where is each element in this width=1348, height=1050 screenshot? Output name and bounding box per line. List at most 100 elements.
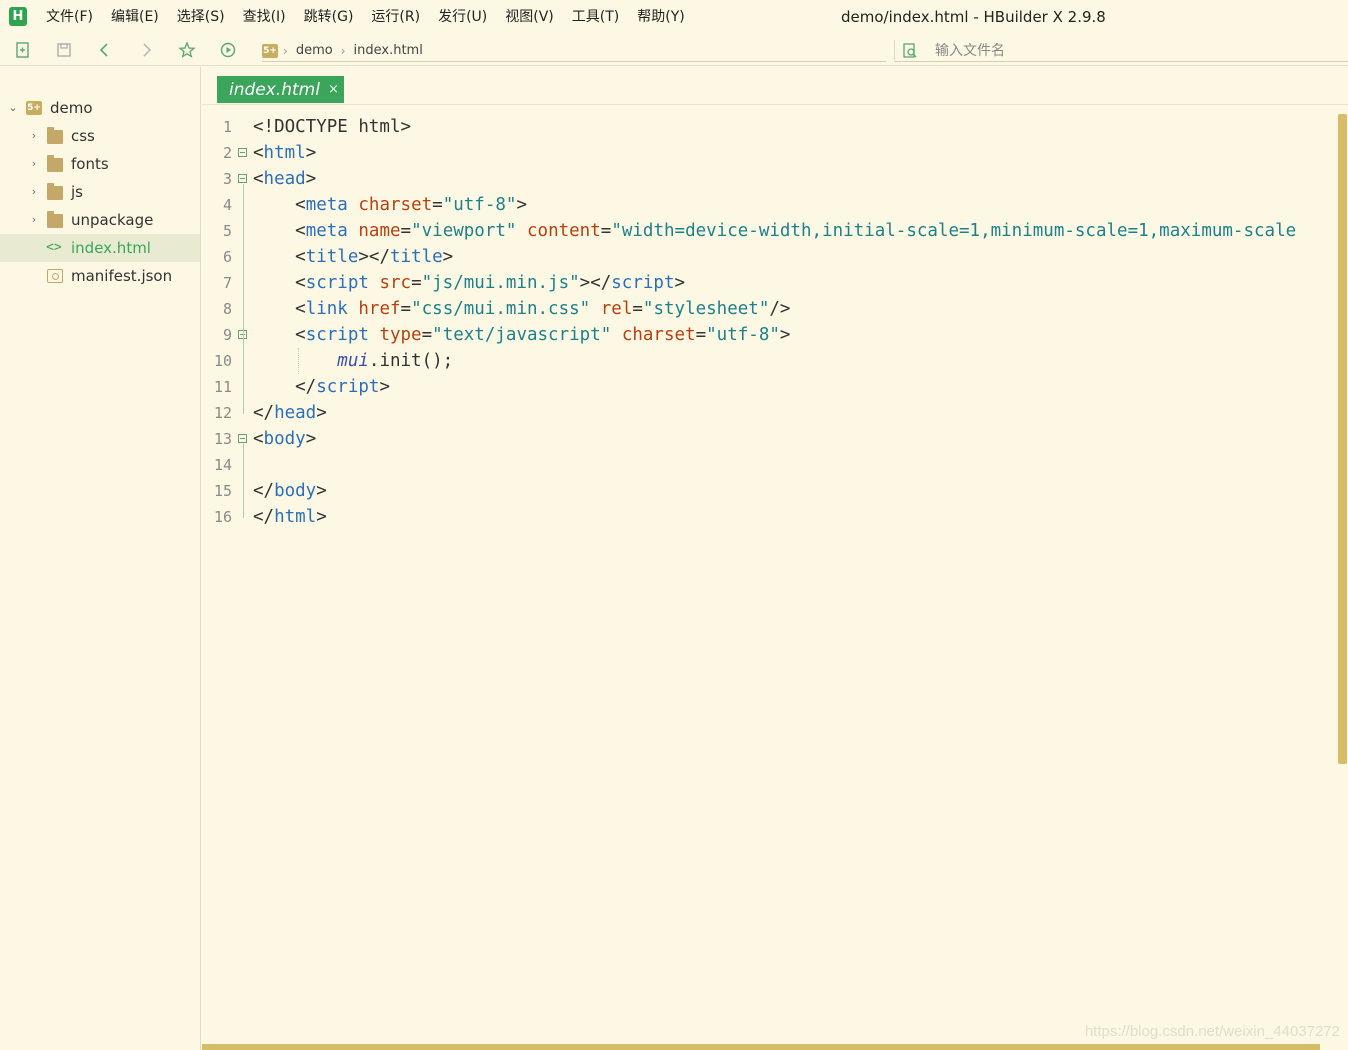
code-line[interactable]: 14	[202, 452, 1336, 478]
close-icon[interactable]: ×	[328, 82, 339, 97]
chevron-right-icon[interactable]: ›	[29, 130, 39, 141]
code-area[interactable]: 1 <!DOCTYPE html> 2 <html> 3 <head> 4 <meta ch…	[202, 114, 1336, 1014]
menu-publish[interactable]: 发行(U)	[438, 7, 487, 27]
code-line[interactable]: 11 </script>	[202, 374, 1336, 400]
code-text: <script type="text/javascript" charset="…	[253, 322, 790, 348]
code-token: =	[400, 299, 412, 319]
code-token: />	[769, 299, 791, 319]
code-token: </	[253, 507, 275, 527]
code-token: <	[253, 325, 306, 345]
tree-label-project: demo	[50, 99, 93, 117]
line-number: 16	[213, 508, 232, 526]
line-number: 9	[222, 326, 232, 344]
code-line[interactable]: 9 <script type="text/javascript" charset…	[202, 322, 1336, 348]
code-line[interactable]: 3 <head>	[202, 166, 1336, 192]
chevron-down-icon[interactable]: ⌄	[8, 102, 18, 113]
line-number: 12	[213, 404, 232, 422]
code-line[interactable]: 16 </html>	[202, 504, 1336, 530]
code-token: "width=device-width,initial-scale=1,mini…	[611, 221, 1297, 241]
code-line[interactable]: 2 <html>	[202, 140, 1336, 166]
code-token: title	[305, 247, 359, 267]
code-token: <	[253, 273, 306, 293]
folder-icon	[47, 127, 63, 144]
code-line[interactable]: 4 <meta charset="utf-8">	[202, 192, 1336, 218]
code-token: mui	[337, 351, 369, 371]
code-token: content	[527, 221, 601, 241]
code-line[interactable]: 13 <body>	[202, 426, 1336, 452]
tree-project-demo[interactable]: ⌄ 5+ demo	[0, 94, 200, 122]
chevron-right-icon[interactable]: ›	[29, 158, 39, 169]
horizontal-scrollbar[interactable]	[202, 1044, 1320, 1050]
code-token: "text/javascript"	[432, 325, 612, 345]
menu-select[interactable]: 选择(S)	[177, 7, 225, 27]
code-token: >	[379, 377, 390, 397]
line-number: 10	[213, 352, 232, 370]
code-token: >	[779, 325, 791, 345]
tree-item-index-html[interactable]: <> index.html	[0, 234, 200, 262]
code-token: <	[253, 143, 264, 163]
code-editor: index.html × 1 <!DOCTYPE html> 2 <html> 3 <he…	[202, 67, 1348, 1050]
fold-toggle-icon[interactable]	[238, 174, 247, 183]
tree-label: css	[71, 127, 95, 145]
code-line[interactable]: 7 <script src="js/mui.min.js"></script>	[202, 270, 1336, 296]
code-token: "stylesheet"	[642, 299, 770, 319]
tree-label: unpackage	[71, 211, 154, 229]
file-search-input[interactable]	[935, 41, 1335, 61]
menu-view[interactable]: 视图(V)	[505, 7, 554, 27]
json-file-icon	[47, 269, 63, 283]
code-token: =	[695, 325, 707, 345]
tree-item-fonts[interactable]: › fonts	[0, 150, 200, 178]
code-text: <link href="css/mui.min.css" rel="styles…	[253, 296, 790, 322]
code-line[interactable]: 1 <!DOCTYPE html>	[202, 114, 1336, 140]
code-token: </	[253, 377, 317, 397]
toolbar: 5+ › demo › index.html	[0, 34, 1348, 66]
code-token: >	[516, 195, 528, 215]
tree-item-js[interactable]: › js	[0, 178, 200, 206]
chevron-right-icon[interactable]: ›	[29, 186, 39, 197]
code-token: script	[611, 273, 675, 293]
folder-icon	[47, 155, 63, 172]
code-line[interactable]: 5 <meta name="viewport" content="width=d…	[202, 218, 1336, 244]
code-text: <html>	[253, 140, 316, 166]
fold-toggle-icon[interactable]	[238, 434, 247, 443]
code-line[interactable]: 12 </head>	[202, 400, 1336, 426]
code-token: ></	[579, 273, 612, 293]
run-icon[interactable]	[219, 41, 237, 59]
code-token: "viewport"	[411, 221, 517, 241]
tab-index-html[interactable]: index.html ×	[217, 76, 344, 103]
favorite-star-icon[interactable]	[178, 41, 196, 59]
code-token: link	[305, 299, 348, 319]
code-text: mui.init();	[253, 348, 453, 374]
code-text: </body>	[253, 478, 327, 504]
code-token: .init();	[368, 351, 454, 371]
tree-item-css[interactable]: › css	[0, 122, 200, 150]
code-token: "utf-8"	[706, 325, 780, 345]
file-search-icon	[901, 42, 919, 60]
menu-find[interactable]: 查找(I)	[243, 7, 286, 27]
menu-goto[interactable]: 跳转(G)	[304, 7, 354, 27]
code-line[interactable]: 6 <title></title>	[202, 244, 1336, 270]
back-icon[interactable]	[96, 41, 114, 59]
menu-help[interactable]: 帮助(Y)	[637, 7, 684, 27]
vertical-scrollbar[interactable]	[1338, 114, 1347, 764]
menu-run[interactable]: 运行(R)	[371, 7, 420, 27]
fold-toggle-icon[interactable]	[238, 148, 247, 157]
tree-item-manifest-json[interactable]: manifest.json	[0, 262, 200, 290]
breadcrumb-item-index-html[interactable]: index.html	[354, 43, 423, 58]
menu-edit[interactable]: 编辑(E)	[111, 7, 159, 27]
code-line[interactable]: 15 </body>	[202, 478, 1336, 504]
code-line[interactable]: 8 <link href="css/mui.min.css" rel="styl…	[202, 296, 1336, 322]
new-file-icon[interactable]	[14, 41, 32, 59]
menu-tools[interactable]: 工具(T)	[572, 7, 619, 27]
menu-file[interactable]: 文件(F)	[46, 7, 93, 27]
code-token: <	[253, 299, 306, 319]
tree-item-unpackage[interactable]: › unpackage	[0, 206, 200, 234]
code-line[interactable]: 10 mui.init();	[202, 348, 1336, 374]
forward-icon[interactable]	[137, 41, 155, 59]
save-icon[interactable]	[55, 41, 73, 59]
project-explorer: ⌄ 5+ demo › css › fonts › js › unpackage…	[0, 67, 201, 1050]
tree-label: manifest.json	[71, 267, 173, 285]
chevron-right-icon[interactable]: ›	[29, 214, 39, 225]
breadcrumb-item-demo[interactable]: demo	[296, 43, 333, 58]
